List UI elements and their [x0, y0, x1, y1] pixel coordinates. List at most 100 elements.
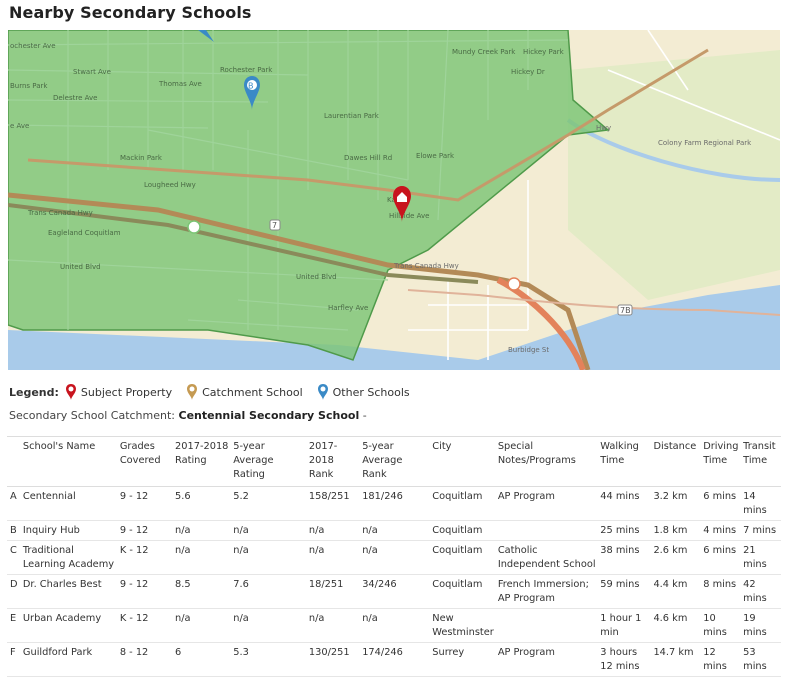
- notes: Catholic Independent School: [495, 540, 599, 575]
- rank: n/a: [306, 608, 361, 643]
- school-marker-b-label: B: [248, 82, 254, 91]
- map-label-colony-farm: Colony Farm Regional Park: [658, 139, 752, 147]
- rating: 5.6: [173, 486, 232, 521]
- avg-rating: n/a: [231, 540, 307, 575]
- catchment-school-name: Centennial Secondary School: [178, 409, 360, 422]
- table-row[interactable]: D Dr. Charles Best 9 - 12 8.5 7.6 18/251…: [7, 574, 781, 609]
- rating: n/a: [173, 520, 232, 541]
- tch-shield-icon: [187, 220, 201, 234]
- rank: n/a: [306, 540, 361, 575]
- avg-rank: n/a: [360, 608, 431, 643]
- legend-item-subject: Subject Property: [65, 383, 172, 401]
- grades: 9 - 12: [117, 520, 174, 541]
- col-city: City: [430, 436, 496, 487]
- grades: 9 - 12: [117, 574, 174, 609]
- map-label-hickey-dr: Hickey Dr: [511, 68, 545, 76]
- avg-rating: n/a: [231, 608, 307, 643]
- school-name: Inquiry Hub: [20, 520, 118, 541]
- walking-time: 44 mins: [598, 486, 652, 521]
- map-label-tch-west: Trans Canada Hwy: [27, 209, 93, 217]
- page-title: Nearby Secondary Schools: [9, 3, 252, 22]
- rating: 6: [173, 642, 232, 677]
- grades: 8 - 12: [117, 642, 174, 677]
- avg-rank: 34/246: [360, 574, 431, 609]
- table-row[interactable]: E Urban Academy K - 12 n/a n/a n/a n/a N…: [7, 608, 781, 643]
- hwy7-label: 7: [272, 221, 277, 230]
- notes: French Immersion; AP Program: [495, 574, 599, 609]
- schools-table: School's Name Grades Covered 2017-2018 R…: [7, 436, 781, 677]
- catchment-line: Secondary School Catchment: Centennial S…: [9, 409, 367, 422]
- map-label-burbidge: Burbidge St: [508, 346, 549, 354]
- col-name: School's Name: [20, 436, 118, 487]
- map-label-rochester-park: Rochester Park: [220, 66, 273, 74]
- row-letter: C: [7, 540, 21, 575]
- row-letter: B: [7, 520, 21, 541]
- map-label-burns: Burns Park: [10, 82, 48, 90]
- map-canvas[interactable]: 7 7B ochester Ave Stwart Ave Burns Park …: [8, 30, 780, 370]
- distance: 3.2 km: [651, 486, 702, 521]
- col-avg-rating: 5-year Average Rating: [231, 436, 307, 487]
- transit-time: 53 mins: [741, 642, 781, 677]
- transit-time: 21 mins: [741, 540, 781, 575]
- transit-time: 42 mins: [741, 574, 781, 609]
- table-row[interactable]: A Centennial 9 - 12 5.6 5.2 158/251 181/…: [7, 486, 781, 521]
- legend-label-other: Other Schools: [332, 385, 410, 399]
- hwy7b-label: 7B: [620, 306, 631, 315]
- distance: 1.8 km: [651, 520, 702, 541]
- table-row[interactable]: F Guildford Park 8 - 12 6 5.3 130/251 17…: [7, 642, 781, 677]
- col-grades: Grades Covered: [117, 436, 174, 487]
- distance: 14.7 km: [651, 642, 702, 677]
- map-label-elowe: Elowe Park: [416, 152, 455, 160]
- table-row[interactable]: C Traditional Learning Academy K - 12 n/…: [7, 540, 781, 575]
- school-name: Traditional Learning Academy: [20, 540, 118, 575]
- avg-rank: 181/246: [360, 486, 431, 521]
- legend-item-catchment: Catchment School: [186, 383, 303, 401]
- driving-time: 6 mins: [701, 486, 742, 521]
- catchment-suffix: -: [362, 409, 367, 422]
- map-label-e-ave: e Ave: [10, 122, 29, 130]
- col-distance: Distance: [651, 436, 702, 487]
- table-header-row: School's Name Grades Covered 2017-2018 R…: [7, 436, 781, 487]
- col-driving: Driving Time: [701, 436, 742, 487]
- walking-time: 25 mins: [598, 520, 652, 541]
- school-name: Guildford Park: [20, 642, 118, 677]
- driving-time: 10 mins: [701, 608, 742, 643]
- avg-rank: n/a: [360, 540, 431, 575]
- map-label-harfley: Harfley Ave: [328, 304, 368, 312]
- walking-time: 1 hour 1 min: [598, 608, 652, 643]
- row-letter: F: [7, 642, 21, 677]
- map-label-rochester: ochester Ave: [10, 42, 56, 50]
- grades: 9 - 12: [117, 486, 174, 521]
- col-rank: 2017-2018 Rank: [306, 436, 361, 487]
- map-legend: Legend: Subject Property Catchment Schoo…: [9, 383, 424, 401]
- map-label-delestre: Delestre Ave: [53, 94, 97, 102]
- catchment-map[interactable]: 7 7B ochester Ave Stwart Ave Burns Park …: [8, 30, 780, 370]
- map-label-dawes: Dawes Hill Rd: [344, 154, 392, 162]
- row-letter: A: [7, 486, 21, 521]
- driving-time: 6 mins: [701, 540, 742, 575]
- map-label-hwy: Hwy: [596, 124, 611, 132]
- avg-rank: n/a: [360, 520, 431, 541]
- blue-pin-icon: [317, 384, 328, 400]
- distance: 4.6 km: [651, 608, 702, 643]
- rating: 8.5: [173, 574, 232, 609]
- rank: n/a: [306, 520, 361, 541]
- map-label-mundy-creek: Mundy Creek Park: [452, 48, 516, 56]
- col-rating: 2017-2018 Rating: [173, 436, 232, 487]
- notes: AP Program: [495, 486, 599, 521]
- driving-time: 12 mins: [701, 642, 742, 677]
- school-name: Centennial: [20, 486, 118, 521]
- walking-time: 3 hours 12 mins: [598, 642, 652, 677]
- map-label-hickey-park: Hickey Park: [523, 48, 565, 56]
- table-row[interactable]: B Inquiry Hub 9 - 12 n/a n/a n/a n/a Coq…: [7, 520, 781, 541]
- catchment-prefix: Secondary School Catchment:: [9, 409, 175, 422]
- city: Coquitlam: [430, 540, 496, 575]
- col-letter: [7, 436, 21, 487]
- transit-time: 7 mins: [741, 520, 781, 541]
- city: Coquitlam: [430, 486, 496, 521]
- avg-rating: 5.3: [231, 642, 307, 677]
- map-label-tch-east: Trans Canada Hwy: [393, 262, 459, 270]
- legend-item-other: Other Schools: [317, 383, 410, 401]
- distance: 4.4 km: [651, 574, 702, 609]
- city: New Westminster: [430, 608, 496, 643]
